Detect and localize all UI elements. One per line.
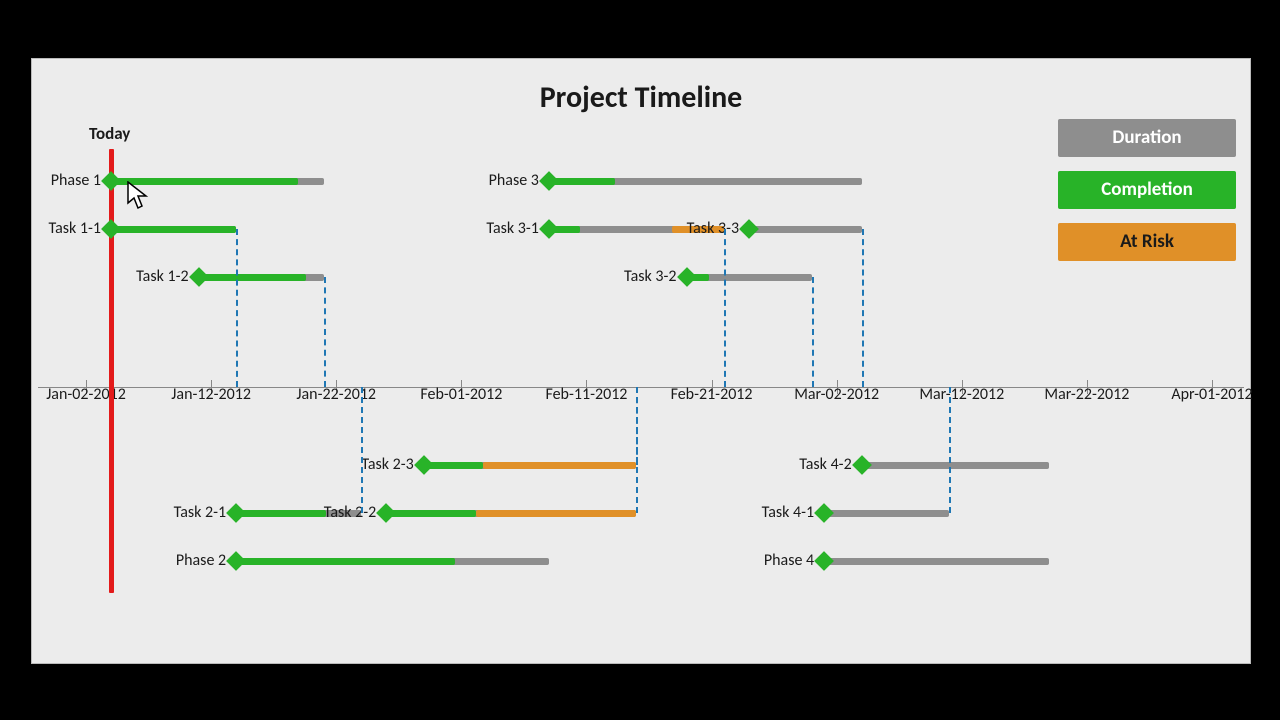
dependency-line [361,387,363,513]
task-label: Task 3-1 [486,219,538,238]
legend: Duration Completion At Risk [1058,119,1236,275]
axis-tick-label: Mar-02-2012 [794,385,879,404]
completion-bar [236,558,455,565]
axis-tick-label: Apr-01-2012 [1171,385,1252,404]
duration-bar [824,558,1049,565]
task-label: Task 2-3 [361,455,413,474]
today-line [109,149,114,593]
task-label: Phase 2 [176,551,226,570]
legend-completion: Completion [1058,171,1236,209]
completion-bar [386,510,476,517]
start-diamond-icon [226,503,246,523]
duration-bar [824,510,949,517]
task-label: Phase 4 [764,551,814,570]
axis-tick-label: Jan-22-2012 [296,385,376,404]
axis-tick-label: Jan-12-2012 [171,385,251,404]
axis-tick-label: Mar-12-2012 [919,385,1004,404]
start-diamond-icon [539,219,559,239]
task-label: Task 4-2 [799,455,851,474]
start-diamond-icon [101,219,121,239]
dependency-line [812,277,814,387]
completion-bar [199,274,307,281]
start-diamond-icon [739,219,759,239]
legend-duration: Duration [1058,119,1236,157]
chart-title: Project Timeline [32,79,1250,116]
axis-tick-label: Mar-22-2012 [1044,385,1129,404]
start-diamond-icon [677,267,697,287]
axis-tick-label: Feb-01-2012 [420,385,502,404]
task-label: Task 1-1 [49,219,101,238]
dependency-line [636,387,638,465]
axis-tick-label: Feb-11-2012 [545,385,627,404]
dependency-line [236,229,238,387]
start-diamond-icon [414,455,434,475]
task-label: Phase 1 [51,171,101,190]
task-label: Task 2-2 [324,503,376,522]
task-label: Task 3-2 [624,267,676,286]
duration-bar [749,226,862,233]
start-diamond-icon [101,171,121,191]
atrisk-bar [483,462,636,469]
start-diamond-icon [814,551,834,571]
axis-tick-label: Feb-21-2012 [671,385,753,404]
dependency-line [324,277,326,387]
task-label: Task 2-1 [174,503,226,522]
task-label: Task 3-3 [687,219,739,238]
chart-frame: Project Timeline Jan-02-2012Jan-12-2012J… [31,58,1251,664]
task-label: Phase 3 [489,171,539,190]
start-diamond-icon [814,503,834,523]
atrisk-bar [476,510,636,517]
start-diamond-icon [376,503,396,523]
dependency-line [949,387,951,513]
start-diamond-icon [189,267,209,287]
dependency-line [724,229,726,387]
task-label: Task 1-2 [136,267,188,286]
today-label: Today [89,123,130,144]
completion-bar [111,178,298,185]
duration-bar [862,462,1050,469]
start-diamond-icon [539,171,559,191]
task-label: Task 4-1 [762,503,814,522]
dependency-line [862,229,864,387]
start-diamond-icon [226,551,246,571]
legend-atrisk: At Risk [1058,223,1236,261]
start-diamond-icon [852,455,872,475]
completion-bar [236,510,326,517]
cursor-icon [127,181,151,216]
completion-bar [549,178,615,185]
completion-bar [111,226,236,233]
